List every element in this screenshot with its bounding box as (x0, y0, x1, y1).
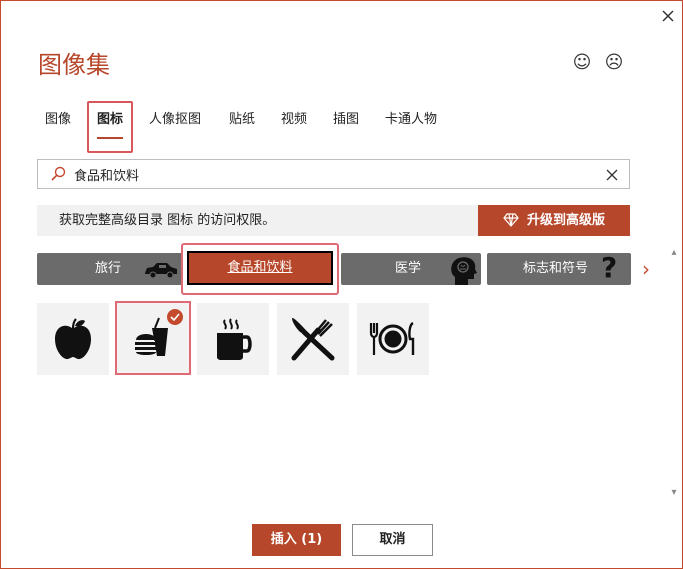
search-icon (51, 166, 66, 181)
search-box (37, 159, 630, 189)
tab-videos[interactable]: 视频 (273, 101, 315, 153)
tab-images[interactable]: 图像 (37, 101, 79, 153)
close-icon[interactable] (659, 7, 677, 25)
upgrade-button-label: 升级到高级版 (526, 213, 605, 228)
category-selection-frame: 食品和饮料 (181, 243, 339, 295)
tab-icons[interactable]: 图标 (87, 101, 134, 153)
premium-banner: 获取完整高级目录 图标 的访问权限。 升级到高级版 (37, 205, 630, 236)
coffee-cup-icon[interactable] (197, 303, 269, 375)
clear-search-icon[interactable] (605, 168, 619, 182)
head-brain-icon (451, 257, 477, 285)
image-collection-dialog: 图像集 ☺ ☹ 图像 图标 人像抠图 贴纸 视频 插图 卡通人物 获取完整高级目… (0, 0, 683, 569)
smile-icon[interactable]: ☺ (572, 53, 592, 73)
tab-illustrations[interactable]: 插图 (325, 101, 367, 153)
category-label: 旅行 (95, 261, 122, 276)
category-signs-and-symbols[interactable]: 标志和符号 ? (487, 253, 631, 285)
tab-cartoon-people[interactable]: 卡通人物 (377, 101, 445, 153)
car-icon (145, 263, 177, 279)
category-carousel: 旅行 食品和饮料 医学 标志和符号 ? › (37, 243, 650, 295)
search-input[interactable] (74, 160, 594, 188)
tab-cutout-people[interactable]: 人像抠图 (141, 101, 209, 153)
scroll-down-icon[interactable]: ▾ (668, 487, 680, 499)
category-label: 标志和符号 (523, 261, 589, 276)
apple-icon[interactable] (37, 303, 109, 375)
cancel-button[interactable]: 取消 (352, 524, 433, 556)
frown-icon[interactable]: ☹ (604, 53, 624, 73)
scroll-up-icon[interactable]: ▴ (668, 247, 680, 259)
dialog-title: 图像集 (38, 51, 110, 79)
upgrade-button[interactable]: 升级到高级版 (478, 205, 630, 236)
fork-knife-icon[interactable] (277, 303, 349, 375)
tab-stickers[interactable]: 贴纸 (221, 101, 263, 153)
category-food-and-drink[interactable]: 食品和饮料 (187, 251, 333, 285)
premium-banner-text: 获取完整高级目录 图标 的访问权限。 (59, 213, 276, 228)
category-medical[interactable]: 医学 (341, 253, 481, 285)
category-travel[interactable]: 旅行 (37, 253, 183, 285)
place-setting-icon[interactable] (357, 303, 429, 375)
category-label: 医学 (395, 261, 422, 276)
selected-check-icon (167, 309, 183, 325)
insert-button[interactable]: 插入 (1) (252, 524, 341, 556)
diamond-icon (503, 213, 519, 227)
question-mark-icon: ? (601, 253, 618, 284)
fast-food-icon[interactable] (115, 301, 191, 375)
chevron-right-icon[interactable]: › (642, 257, 650, 281)
